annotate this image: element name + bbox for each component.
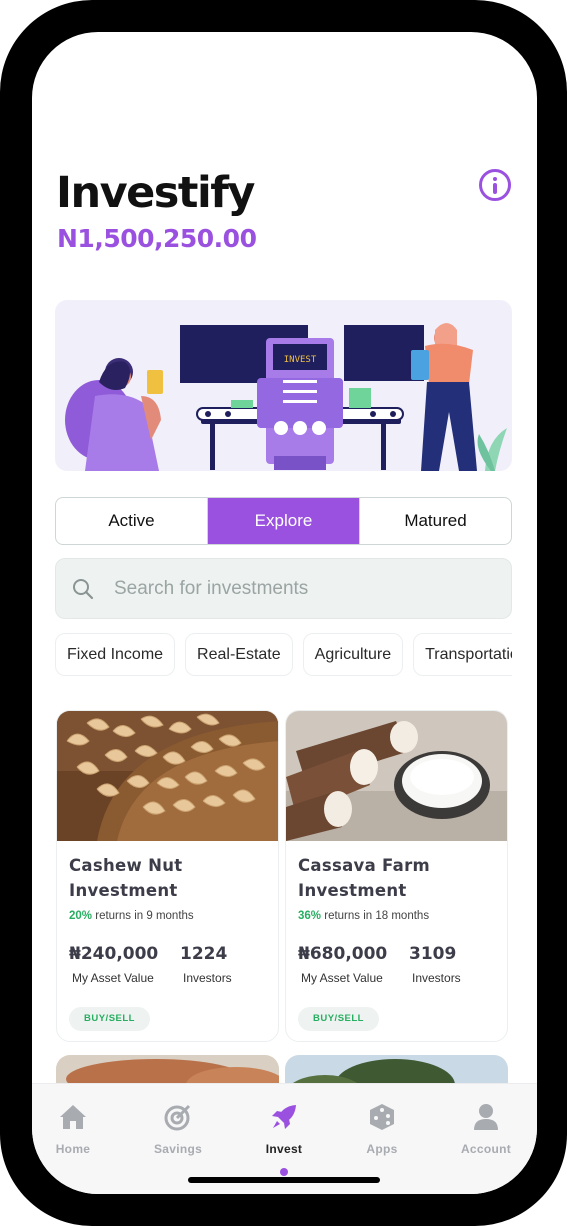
returns-percent: 20% <box>69 910 93 922</box>
phone-frame: Investify N1,500,250.00 INVEST Active Ex… <box>0 0 567 1226</box>
cashew-image <box>57 711 278 841</box>
search-bar <box>55 558 512 619</box>
asset-value-label: My Asset Value <box>301 971 383 985</box>
nav-invest[interactable]: Invest <box>244 1102 324 1176</box>
page-title: Investify <box>56 168 255 218</box>
category-chips: Fixed Income Real-Estate Agriculture Transp… <box>55 633 512 677</box>
info-icon[interactable] <box>479 169 511 201</box>
search-icon <box>73 579 94 600</box>
card-returns: 36% returns in 18 months <box>298 910 429 922</box>
buy-sell-button[interactable]: BUY/SELL <box>298 1007 379 1031</box>
card-title: Cashew Nut Investment <box>69 856 183 900</box>
buy-sell-button[interactable]: BUY/SELL <box>69 1007 150 1031</box>
chip-agriculture[interactable]: Agriculture <box>302 633 404 676</box>
app-screen: Investify N1,500,250.00 INVEST Active Ex… <box>32 32 537 1194</box>
investors-count: 3109 <box>409 944 457 964</box>
banner-screen-text: INVEST <box>284 355 317 365</box>
chip-real-estate[interactable]: Real-Estate <box>185 633 293 676</box>
tab-matured[interactable]: Matured <box>359 498 511 544</box>
target-icon <box>164 1104 191 1131</box>
investors-label: Investors <box>183 971 232 985</box>
nav-savings[interactable]: Savings <box>138 1102 218 1156</box>
card-returns: 20% returns in 9 months <box>69 910 194 922</box>
tab-explore[interactable]: Explore <box>207 498 359 544</box>
asset-value: ₦240,000 <box>69 944 159 964</box>
balance-amount: N1,500,250.00 <box>57 224 257 253</box>
tab-active[interactable]: Active <box>56 498 207 544</box>
banner-illustration: INVEST <box>65 323 507 471</box>
nav-account[interactable]: Account <box>446 1102 526 1156</box>
nav-label: Savings <box>153 1142 203 1156</box>
dice-icon <box>370 1104 394 1130</box>
home-icon <box>60 1105 86 1129</box>
investment-card-cashew[interactable]: Cashew Nut Investment 20% returns in 9 m… <box>56 710 279 1042</box>
nav-label: Account <box>460 1142 512 1156</box>
investors-count: 1224 <box>180 944 228 964</box>
nav-label: Invest <box>265 1142 303 1156</box>
chip-transportation[interactable]: Transportation <box>413 633 512 676</box>
chip-fixed-income[interactable]: Fixed Income <box>55 633 176 676</box>
returns-percent: 36% <box>298 910 322 922</box>
active-indicator <box>280 1168 288 1176</box>
investment-tabs: Active Explore Matured <box>55 497 512 545</box>
invest-banner: INVEST <box>55 300 512 471</box>
nav-label: Apps <box>366 1142 398 1156</box>
search-input[interactable] <box>114 571 494 607</box>
asset-value: ₦680,000 <box>298 944 388 964</box>
cassava-image <box>286 711 507 841</box>
investment-card-cassava[interactable]: Cassava Farm Investment 36% returns in 1… <box>285 710 508 1042</box>
nav-home[interactable]: Home <box>33 1102 113 1156</box>
returns-text: returns in 18 months <box>324 910 430 922</box>
card-title: Cassava Farm Investment <box>298 856 431 900</box>
asset-value-label: My Asset Value <box>72 971 154 985</box>
nav-label: Home <box>55 1142 91 1156</box>
nav-apps[interactable]: Apps <box>342 1102 422 1156</box>
rocket-icon <box>272 1105 296 1129</box>
home-indicator[interactable] <box>188 1177 380 1183</box>
user-icon <box>474 1104 498 1130</box>
returns-text: returns in 9 months <box>95 910 194 922</box>
investors-label: Investors <box>412 971 461 985</box>
